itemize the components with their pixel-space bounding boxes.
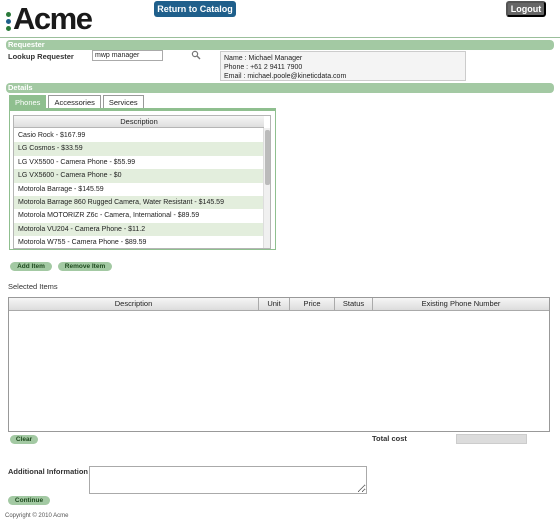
list-item[interactable]: Motorola MOTORIZR Z6c - Camera, Internat… [14,209,264,222]
selected-items-header: Description Unit Price Status Existing P… [9,298,549,311]
list-item[interactable]: Casio Rock - $167.99 [14,129,264,142]
logo-text: Acme [13,1,93,36]
requester-phone: Phone : +61 2 9411 7900 [224,64,303,71]
list-item[interactable]: LG VX5600 - Camera Phone - $0 [14,169,264,183]
lookup-requester-input[interactable] [92,50,163,61]
col-status: Status [335,298,373,310]
lookup-requester-label: Lookup Requester [8,52,74,61]
logo-dot-1 [6,11,11,17]
requester-section-header: Requester [6,40,554,50]
copyright-text: Copyright © 2010 Acme [5,513,69,519]
header-divider [0,37,560,38]
logo-dot-3 [6,25,11,31]
phone-list[interactable]: Description Casio Rock - $167.99 LG Cosm… [13,115,271,249]
clear-button[interactable]: Clear [10,435,38,444]
list-item[interactable]: Motorola W755 - Camera Phone - $89.59 [14,236,264,248]
selected-items-title: Selected Items [8,282,58,291]
requester-email: Email : michael.poole@kineticdata.com [224,73,347,80]
requester-name: Name : Michael Manager [224,55,303,62]
details-section-header: Details [6,83,554,93]
catalog-tabs: Phones Accessories Services [9,95,144,109]
continue-button[interactable]: Continue [8,496,50,505]
col-existing-phone-number: Existing Phone Number [421,299,501,308]
list-scroll-thumb[interactable] [265,130,270,185]
remove-item-button[interactable]: Remove Item [58,262,112,271]
tab-services[interactable]: Services [102,95,144,109]
total-cost-field [456,434,527,444]
acme-logo: Acme [6,1,93,36]
additional-information-label: Additional Information [8,467,88,476]
tab-phones[interactable]: Phones [9,95,47,109]
list-header-description: Description [14,116,264,128]
additional-information-textarea[interactable] [89,466,367,494]
list-item[interactable]: LG VX5500 - Camera Phone - $55.99 [14,156,264,169]
list-scrollbar[interactable] [263,128,270,248]
search-icon[interactable] [191,50,201,60]
col-unit: Unit [259,298,290,310]
list-item[interactable]: Motorola VU204 - Camera Phone - $11.2 [14,222,264,237]
list-item[interactable]: Motorola Barrage - $145.59 [14,183,264,196]
tab-accessories[interactable]: Accessories [48,95,101,109]
logout-button[interactable]: Logout [506,1,546,17]
list-item[interactable]: Motorola Barrage 860 Rugged Camera, Wate… [14,196,264,210]
logo-dot-2 [6,18,11,24]
selected-items-table: Description Unit Price Status Existing P… [8,297,550,432]
return-to-catalog-button[interactable]: Return to Catalog [154,1,236,17]
list-item[interactable]: LG Cosmos - $33.59 [14,142,264,156]
col-description: Description [9,298,259,310]
add-item-button[interactable]: Add Item [10,262,52,271]
requester-info-box: Name : Michael Manager Phone : +61 2 941… [220,51,466,81]
logo-mark [6,11,11,31]
total-cost-label: Total cost [372,434,407,443]
col-price: Price [290,298,335,310]
